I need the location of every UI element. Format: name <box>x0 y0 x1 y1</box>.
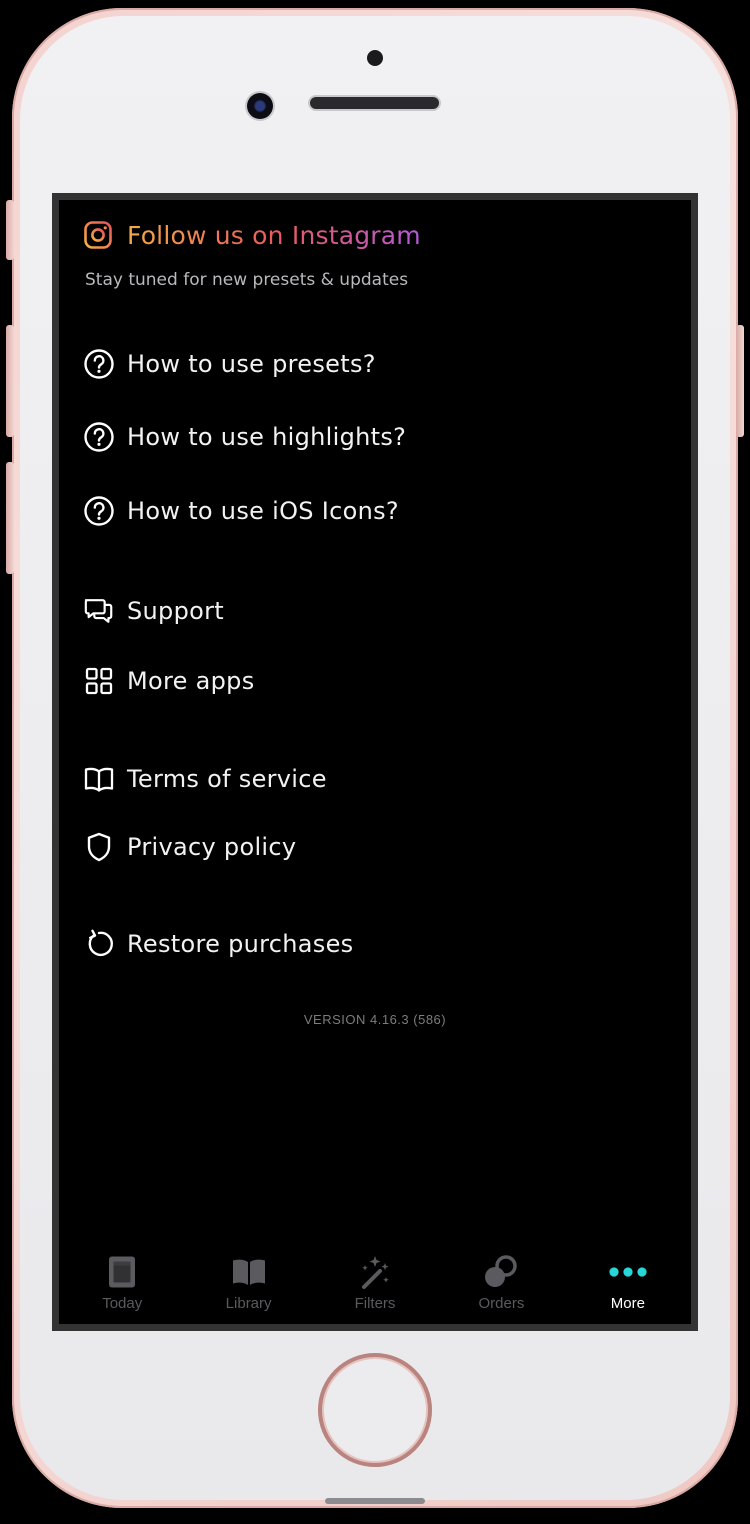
menu-item-label: How to use presets? <box>127 350 376 378</box>
home-button[interactable] <box>318 1353 432 1467</box>
earpiece-speaker <box>310 97 439 109</box>
menu-item-how-to-use-highlights[interactable]: How to use highlights? <box>83 417 406 457</box>
tab-bar: Today Library Filters Orders More <box>59 1244 691 1324</box>
restore-icon <box>83 928 115 960</box>
instagram-icon <box>83 220 113 250</box>
tab-today[interactable]: Today <box>59 1244 185 1324</box>
instagram-subtitle: Stay tuned for new presets & updates <box>85 270 409 290</box>
menu-item-label: Support <box>127 597 224 625</box>
menu-item-label: Terms of service <box>127 765 327 793</box>
volume-down-button <box>6 462 14 574</box>
tab-label: Filters <box>354 1295 396 1312</box>
tab-label: More <box>610 1295 645 1312</box>
book-icon <box>83 763 115 795</box>
question-circle-icon <box>83 348 115 380</box>
proximity-sensor <box>367 50 383 66</box>
volume-up-button <box>6 325 14 437</box>
phone-page-icon <box>102 1252 142 1292</box>
tab-label: Today <box>102 1295 143 1312</box>
grid-icon <box>83 665 115 697</box>
menu-item-terms-of-service[interactable]: Terms of service <box>83 759 327 799</box>
power-button <box>736 325 744 437</box>
tab-filters[interactable]: Filters <box>312 1244 438 1324</box>
menu-item-how-to-use-ios-icons[interactable]: How to use iOS Icons? <box>83 491 399 531</box>
menu-item-support[interactable]: Support <box>83 591 224 631</box>
menu-item-restore-purchases[interactable]: Restore purchases <box>83 924 353 964</box>
version-label: VERSION 4.16.3 (586) <box>303 1012 447 1027</box>
shield-icon <box>83 831 115 863</box>
tab-label: Orders <box>478 1295 525 1312</box>
front-camera <box>247 93 273 119</box>
menu-item-label: How to use iOS Icons? <box>127 497 399 525</box>
menu-item-label: Privacy policy <box>127 833 297 861</box>
question-circle-icon <box>83 495 115 527</box>
instagram-title: Follow us on Instagram <box>127 220 421 250</box>
chat-bubbles-icon <box>83 595 115 627</box>
menu-item-label: How to use highlights? <box>127 423 407 451</box>
menu-item-more-apps[interactable]: More apps <box>83 661 255 701</box>
silent-switch <box>6 200 14 260</box>
magic-wand-icon <box>355 1252 395 1292</box>
menu-item-how-to-use-presets[interactable]: How to use presets? <box>83 344 376 384</box>
menu-item-privacy-policy[interactable]: Privacy policy <box>83 827 296 867</box>
tab-more[interactable]: More <box>565 1244 691 1324</box>
tab-orders[interactable]: Orders <box>438 1244 564 1324</box>
menu-item-label: More apps <box>127 667 255 695</box>
tab-library[interactable]: Library <box>185 1244 311 1324</box>
tab-label: Library <box>225 1295 272 1312</box>
screen: Follow us on Instagram Stay tuned for ne… <box>59 200 691 1324</box>
open-book-icon <box>229 1252 269 1292</box>
question-circle-icon <box>83 421 115 453</box>
more-dots-icon <box>608 1252 648 1292</box>
lightning-port <box>325 1498 425 1504</box>
orders-icon <box>481 1252 521 1292</box>
instagram-link[interactable]: Follow us on Instagram <box>83 220 421 250</box>
menu-item-label: Restore purchases <box>127 930 354 958</box>
